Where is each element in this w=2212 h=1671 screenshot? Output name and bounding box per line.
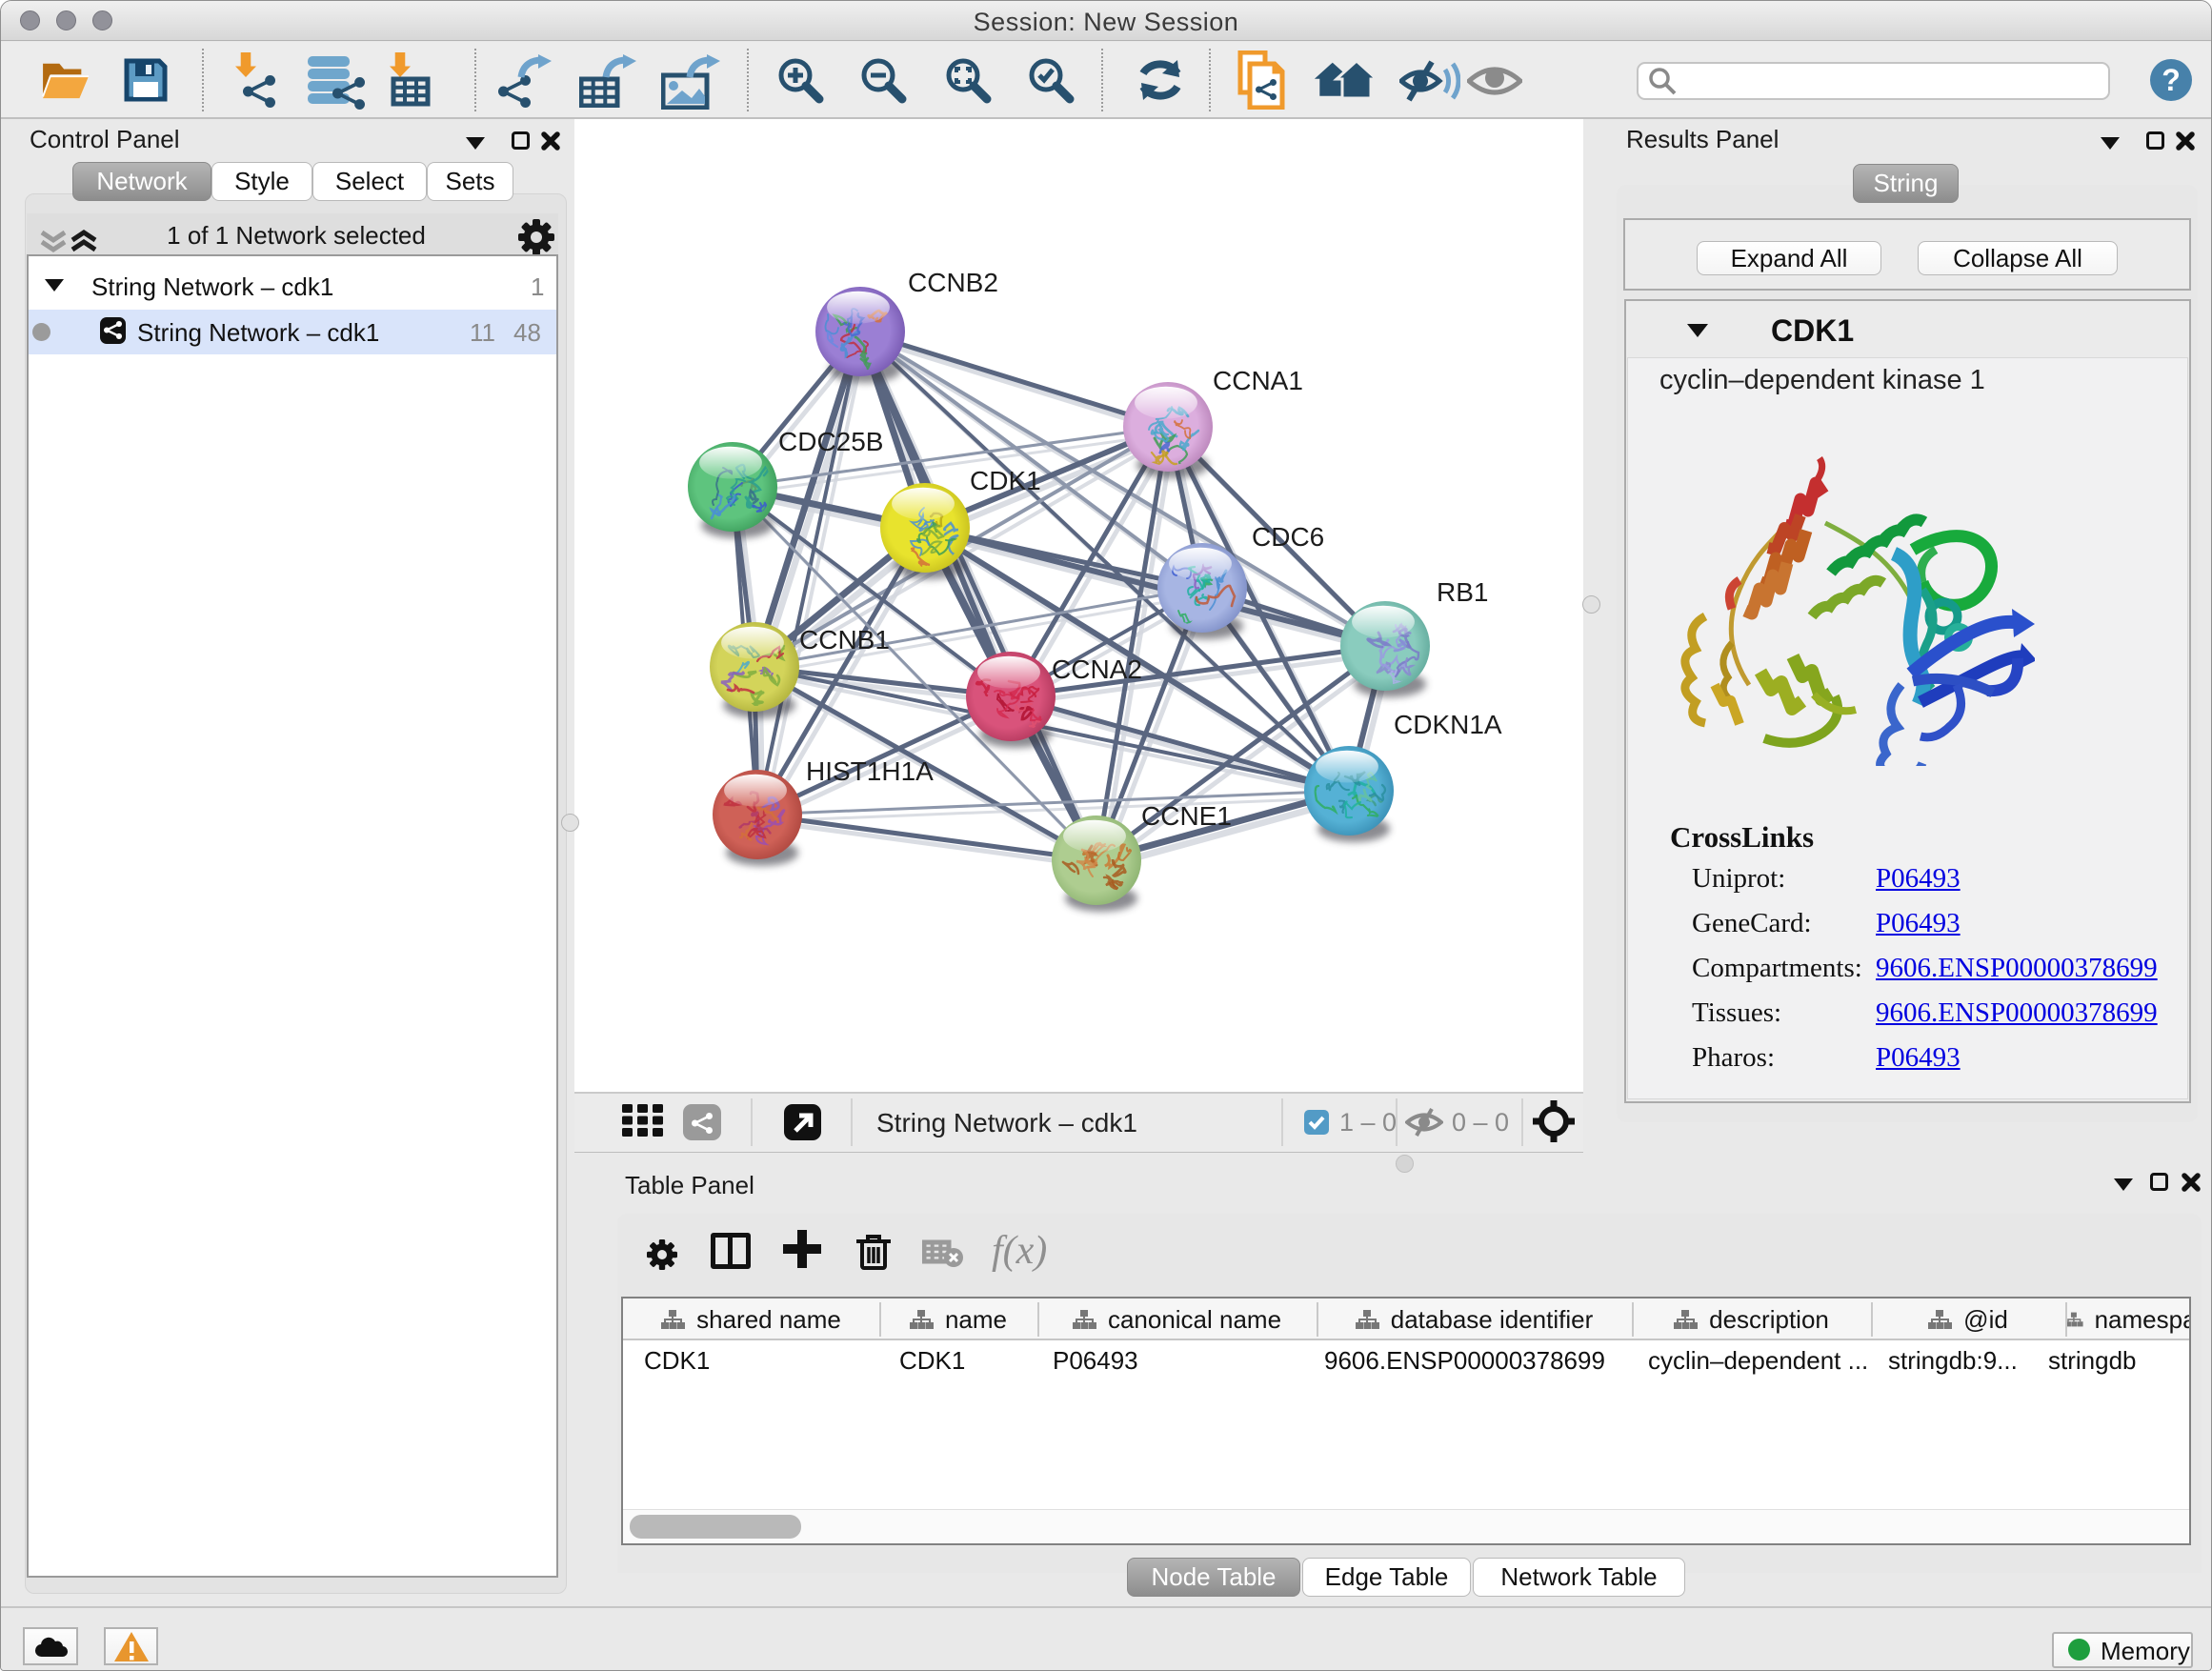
svg-text:CCNE1: CCNE1 bbox=[1141, 801, 1232, 831]
svg-text:HIST1H1A: HIST1H1A bbox=[806, 756, 934, 786]
svg-text:CDC6: CDC6 bbox=[1252, 522, 1324, 552]
svg-text:RB1: RB1 bbox=[1437, 577, 1488, 607]
svg-text:CCNA1: CCNA1 bbox=[1213, 366, 1303, 395]
svg-text:CCNB2: CCNB2 bbox=[908, 268, 998, 297]
svg-text:CDK1: CDK1 bbox=[970, 466, 1041, 495]
svg-text:CDC25B: CDC25B bbox=[778, 427, 883, 456]
svg-text:CCNB1: CCNB1 bbox=[799, 625, 890, 654]
svg-text:CCNA2: CCNA2 bbox=[1052, 654, 1142, 684]
svg-text:CDKN1A: CDKN1A bbox=[1394, 710, 1502, 739]
